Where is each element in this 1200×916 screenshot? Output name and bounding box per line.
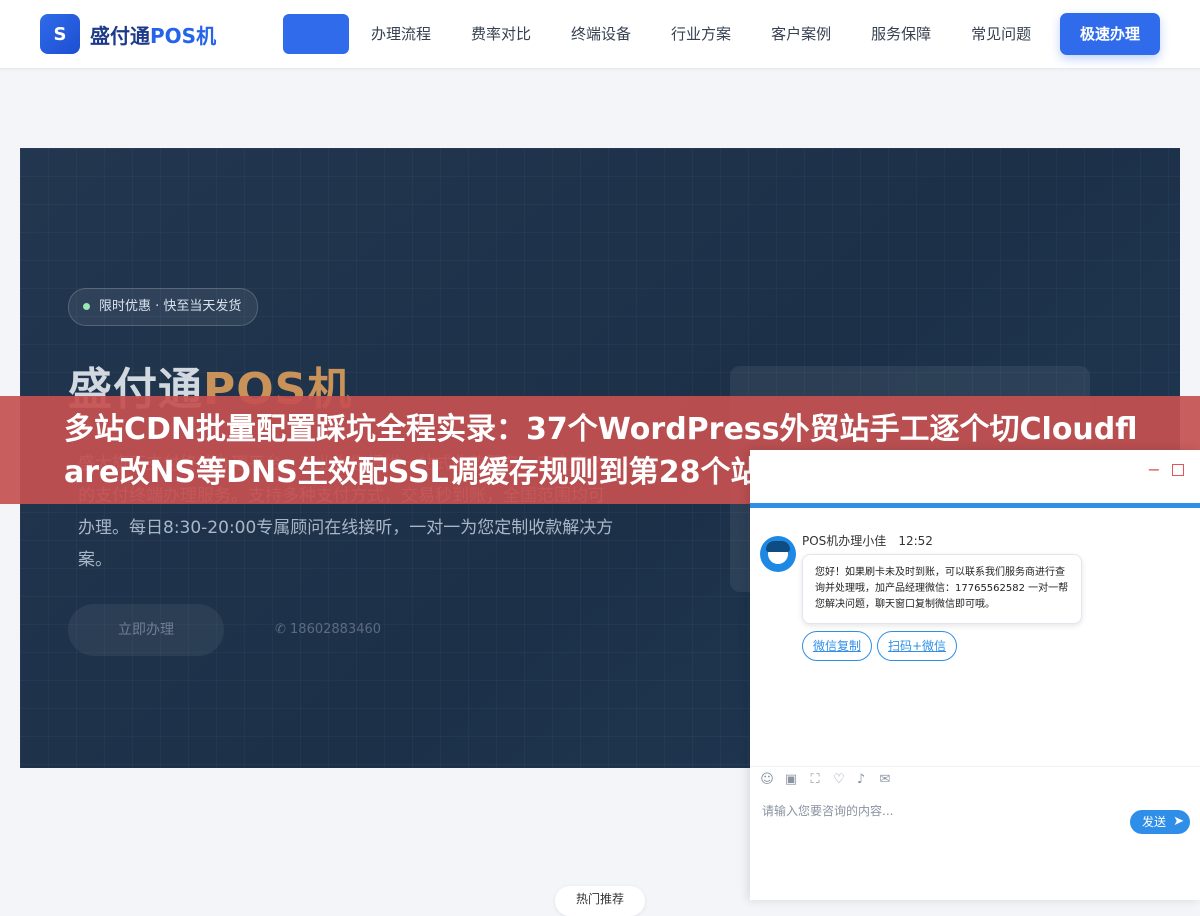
sound-icon[interactable]: ♪: [854, 773, 868, 787]
screenshot-icon[interactable]: ⛶: [808, 773, 822, 787]
section-tag: 热门推荐: [555, 886, 645, 916]
chat-input[interactable]: [760, 800, 1124, 822]
send-button[interactable]: 发送 ➤: [1130, 810, 1190, 834]
nav-item-industry[interactable]: 行业方案: [651, 14, 751, 54]
nav-item-process[interactable]: 办理流程: [351, 14, 451, 54]
hero-phone-number: 18602883460: [290, 622, 382, 637]
chat-header-bar: [750, 503, 1200, 508]
nav-item-home[interactable]: [283, 14, 349, 54]
avatar-hair: [766, 541, 790, 552]
emoji-icon[interactable]: ☺: [760, 773, 774, 787]
agent-avatar: [760, 536, 796, 572]
chat-message-bubble: 您好！如果刷卡未及时到账，可以联系我们服务商进行查询并处理哦，加产品经理微信：1…: [802, 554, 1082, 624]
send-label: 发送: [1142, 815, 1167, 829]
status-dot-icon: [83, 303, 90, 310]
nav-item-service[interactable]: 服务保障: [851, 14, 951, 54]
scan-wechat-button[interactable]: 扫码+微信: [877, 631, 958, 661]
logo-icon[interactable]: S: [40, 14, 80, 54]
agent-info: POS机办理小佳 12:52: [802, 532, 933, 549]
nav-item-rates[interactable]: 费率对比: [451, 14, 551, 54]
main-nav: 办理流程 费率对比 终端设备 行业方案 客户案例 服务保障 常见问题: [283, 14, 1051, 54]
chat-toolbar: ☺ ▣ ⛶ ♡ ♪ ✉: [750, 766, 1200, 793]
phone-icon: ✆: [275, 622, 291, 637]
nav-item-cases[interactable]: 客户案例: [751, 14, 851, 54]
logo-main-text: 盛付通: [90, 24, 150, 48]
chat-header: −: [750, 450, 1200, 503]
image-icon[interactable]: ▣: [784, 773, 798, 787]
promo-badge: 限时优惠 · 快至当天发货: [68, 288, 259, 326]
logo-accent-text: POS机: [150, 24, 217, 48]
message-time: 12:52: [898, 534, 933, 548]
hero-apply-button[interactable]: 立即办理: [68, 604, 224, 656]
promo-badge-text: 限时优惠 · 快至当天发货: [99, 299, 242, 314]
top-header: S 盛付通POS机 办理流程 费率对比 终端设备 行业方案 客户案例 服务保障 …: [0, 0, 1200, 69]
maximize-icon[interactable]: [1172, 464, 1184, 476]
send-arrow-icon: ➤: [1173, 814, 1184, 829]
hero-phone[interactable]: ✆ 18602883460: [275, 622, 381, 637]
chat-widget: − POS机办理小佳 12:52 您好！如果刷卡未及时到账，可以联系我们服务商进行…: [750, 450, 1200, 900]
rating-icon[interactable]: ♡: [832, 773, 846, 787]
nav-item-devices[interactable]: 终端设备: [551, 14, 651, 54]
logo-text[interactable]: 盛付通POS机: [90, 20, 216, 49]
nav-item-faq[interactable]: 常见问题: [951, 14, 1051, 54]
agent-name: POS机办理小佳: [802, 534, 887, 548]
copy-wechat-button[interactable]: 微信复制: [802, 631, 873, 661]
wechat-icon[interactable]: ✉: [878, 773, 892, 787]
quick-apply-button[interactable]: 极速办理: [1060, 13, 1160, 55]
minimize-icon[interactable]: −: [1146, 462, 1162, 478]
